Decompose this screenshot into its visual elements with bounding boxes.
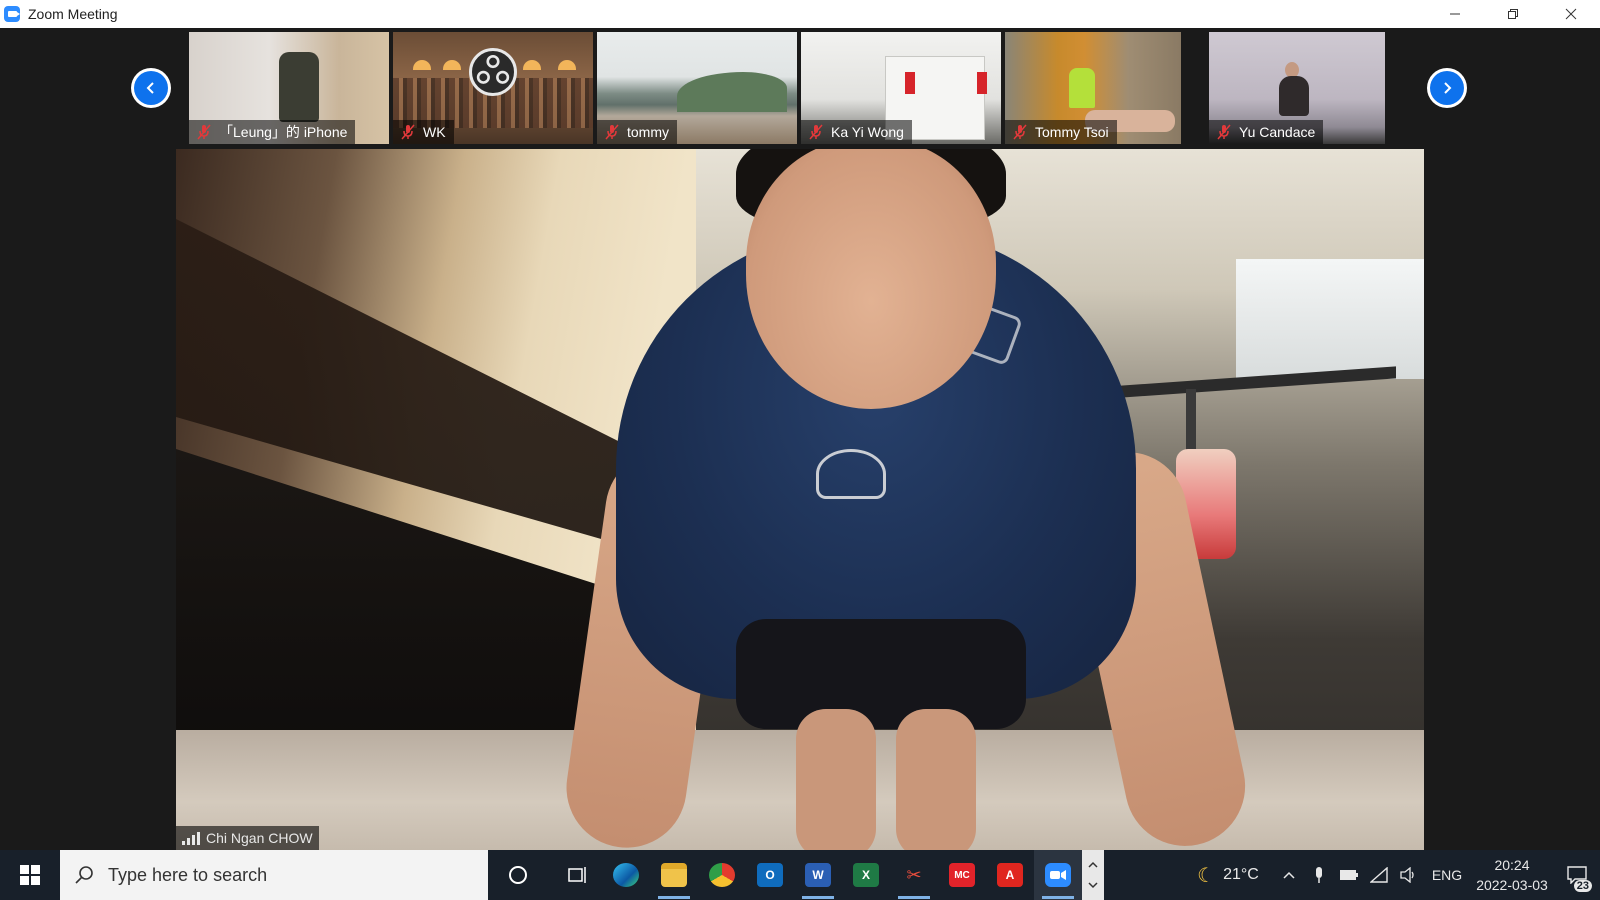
mc-app-icon: MC	[949, 863, 975, 887]
chevron-right-icon	[1430, 71, 1464, 105]
taskbar-chrome[interactable]	[698, 850, 746, 900]
participant-tile[interactable]: Ka Yi Wong	[801, 32, 1001, 144]
participant-name: tommy	[627, 124, 669, 140]
participant-name: Yu Candace	[1239, 124, 1316, 140]
mic-muted-icon	[1013, 124, 1027, 140]
taskbar-file-explorer[interactable]	[650, 850, 698, 900]
obs-logo-icon	[469, 48, 517, 96]
gallery-next-button[interactable]	[1427, 68, 1467, 108]
edge-icon	[613, 863, 639, 887]
system-tray: ☾ 21°C ENG 20:24 2022-03-03 23	[1182, 850, 1600, 900]
word-icon: W	[805, 863, 831, 887]
show-hidden-icons-button[interactable]	[1274, 850, 1304, 900]
weather-widget[interactable]: ☾ 21°C	[1182, 850, 1274, 900]
gallery-prev-button[interactable]	[131, 68, 171, 108]
participant-label: Yu Candace	[1209, 120, 1324, 144]
chevron-left-icon	[134, 71, 168, 105]
mic-muted-icon	[809, 124, 823, 140]
taskbar-outlook[interactable]: O	[746, 850, 794, 900]
participant-label: 「Leung」的 iPhone	[189, 120, 356, 144]
participant-tile[interactable]: 「Leung」的 iPhone	[189, 32, 389, 144]
participant-name: Ka Yi Wong	[831, 124, 904, 140]
acrobat-icon: A	[997, 863, 1023, 887]
weather-temperature: 21°C	[1223, 866, 1259, 883]
taskbar-mc-app[interactable]: MC	[938, 850, 986, 900]
input-language[interactable]: ENG	[1424, 850, 1470, 900]
battery-tray[interactable]	[1334, 850, 1364, 900]
participant-tile[interactable]: Yu Candace	[1209, 32, 1385, 144]
participant-name: 「Leung」的 iPhone	[219, 124, 348, 140]
zoom-meeting-window: Zoom Meeting 「Leung」的 iPhone WK tommy Ka…	[0, 0, 1600, 900]
windows-taskbar: Type here to search O W X ✂ MC A ☾ 21°C …	[0, 850, 1600, 900]
participant-label: WK	[393, 120, 454, 144]
active-speaker-name: Chi Ngan CHOW	[206, 830, 313, 846]
notification-count: 23	[1573, 880, 1592, 892]
chrome-icon	[709, 863, 735, 887]
signal-strength-icon	[182, 831, 200, 845]
participant-tile[interactable]: Tommy Tsoi	[1005, 32, 1181, 144]
zoom-app-icon	[4, 6, 20, 22]
cortana-button[interactable]	[494, 850, 542, 900]
microphone-icon	[1316, 867, 1322, 883]
taskbar-search-box[interactable]: Type here to search	[60, 850, 488, 900]
chevron-up-down-icon	[1088, 861, 1098, 889]
wifi-icon	[1370, 867, 1388, 883]
cortana-circle-icon	[509, 866, 527, 884]
clock-date: 2022-03-03	[1476, 877, 1548, 893]
microphone-tray[interactable]	[1304, 850, 1334, 900]
folder-icon	[661, 863, 687, 887]
taskbar-snipping-tool[interactable]: ✂	[890, 850, 938, 900]
participant-tile[interactable]: WK	[393, 32, 593, 144]
mic-muted-icon	[197, 124, 211, 140]
participant-label: Ka Yi Wong	[801, 120, 912, 144]
moon-icon: ☾	[1197, 864, 1216, 887]
mic-muted-icon	[401, 124, 415, 140]
taskbar-scroll[interactable]	[1082, 850, 1104, 900]
excel-icon: X	[853, 863, 879, 887]
taskbar-acrobat[interactable]: A	[986, 850, 1034, 900]
restore-button[interactable]	[1484, 0, 1542, 28]
taskbar-zoom[interactable]	[1034, 850, 1082, 900]
taskbar-word[interactable]: W	[794, 850, 842, 900]
active-speaker-label: Chi Ngan CHOW	[176, 826, 319, 850]
battery-icon	[1340, 870, 1358, 880]
clock-time: 20:24	[1494, 857, 1530, 873]
participant-tile[interactable]: tommy	[597, 32, 797, 144]
speaker-icon	[1400, 867, 1414, 883]
chevron-up-icon	[1283, 871, 1295, 879]
mic-muted-icon	[1217, 124, 1231, 140]
volume-tray[interactable]	[1394, 850, 1424, 900]
taskbar-edge[interactable]	[602, 850, 650, 900]
participant-name: Tommy Tsoi	[1035, 124, 1109, 140]
participant-label: tommy	[597, 120, 677, 144]
close-button[interactable]	[1542, 0, 1600, 28]
task-view-icon	[568, 867, 586, 883]
title-bar: Zoom Meeting	[0, 0, 1600, 28]
start-button[interactable]	[0, 850, 60, 900]
scissors-icon: ✂	[906, 864, 922, 885]
mic-muted-icon	[605, 124, 619, 140]
network-tray[interactable]	[1364, 850, 1394, 900]
taskbar-excel[interactable]: X	[842, 850, 890, 900]
zoom-icon	[1045, 863, 1071, 887]
outlook-icon: O	[757, 863, 783, 887]
window-controls	[1426, 0, 1600, 28]
task-view-button[interactable]	[554, 850, 602, 900]
active-speaker-video[interactable]	[176, 149, 1424, 850]
participant-label: Tommy Tsoi	[1005, 120, 1117, 144]
windows-logo-icon	[20, 865, 40, 885]
window-title: Zoom Meeting	[28, 6, 118, 22]
minimize-button[interactable]	[1426, 0, 1484, 28]
clock[interactable]: 20:24 2022-03-03	[1470, 850, 1554, 900]
search-placeholder: Type here to search	[108, 864, 268, 885]
participant-name: WK	[423, 124, 446, 140]
meeting-stage: 「Leung」的 iPhone WK tommy Ka Yi Wong Tomm…	[0, 28, 1600, 850]
search-icon	[75, 866, 93, 884]
action-center-button[interactable]: 23	[1554, 850, 1600, 900]
